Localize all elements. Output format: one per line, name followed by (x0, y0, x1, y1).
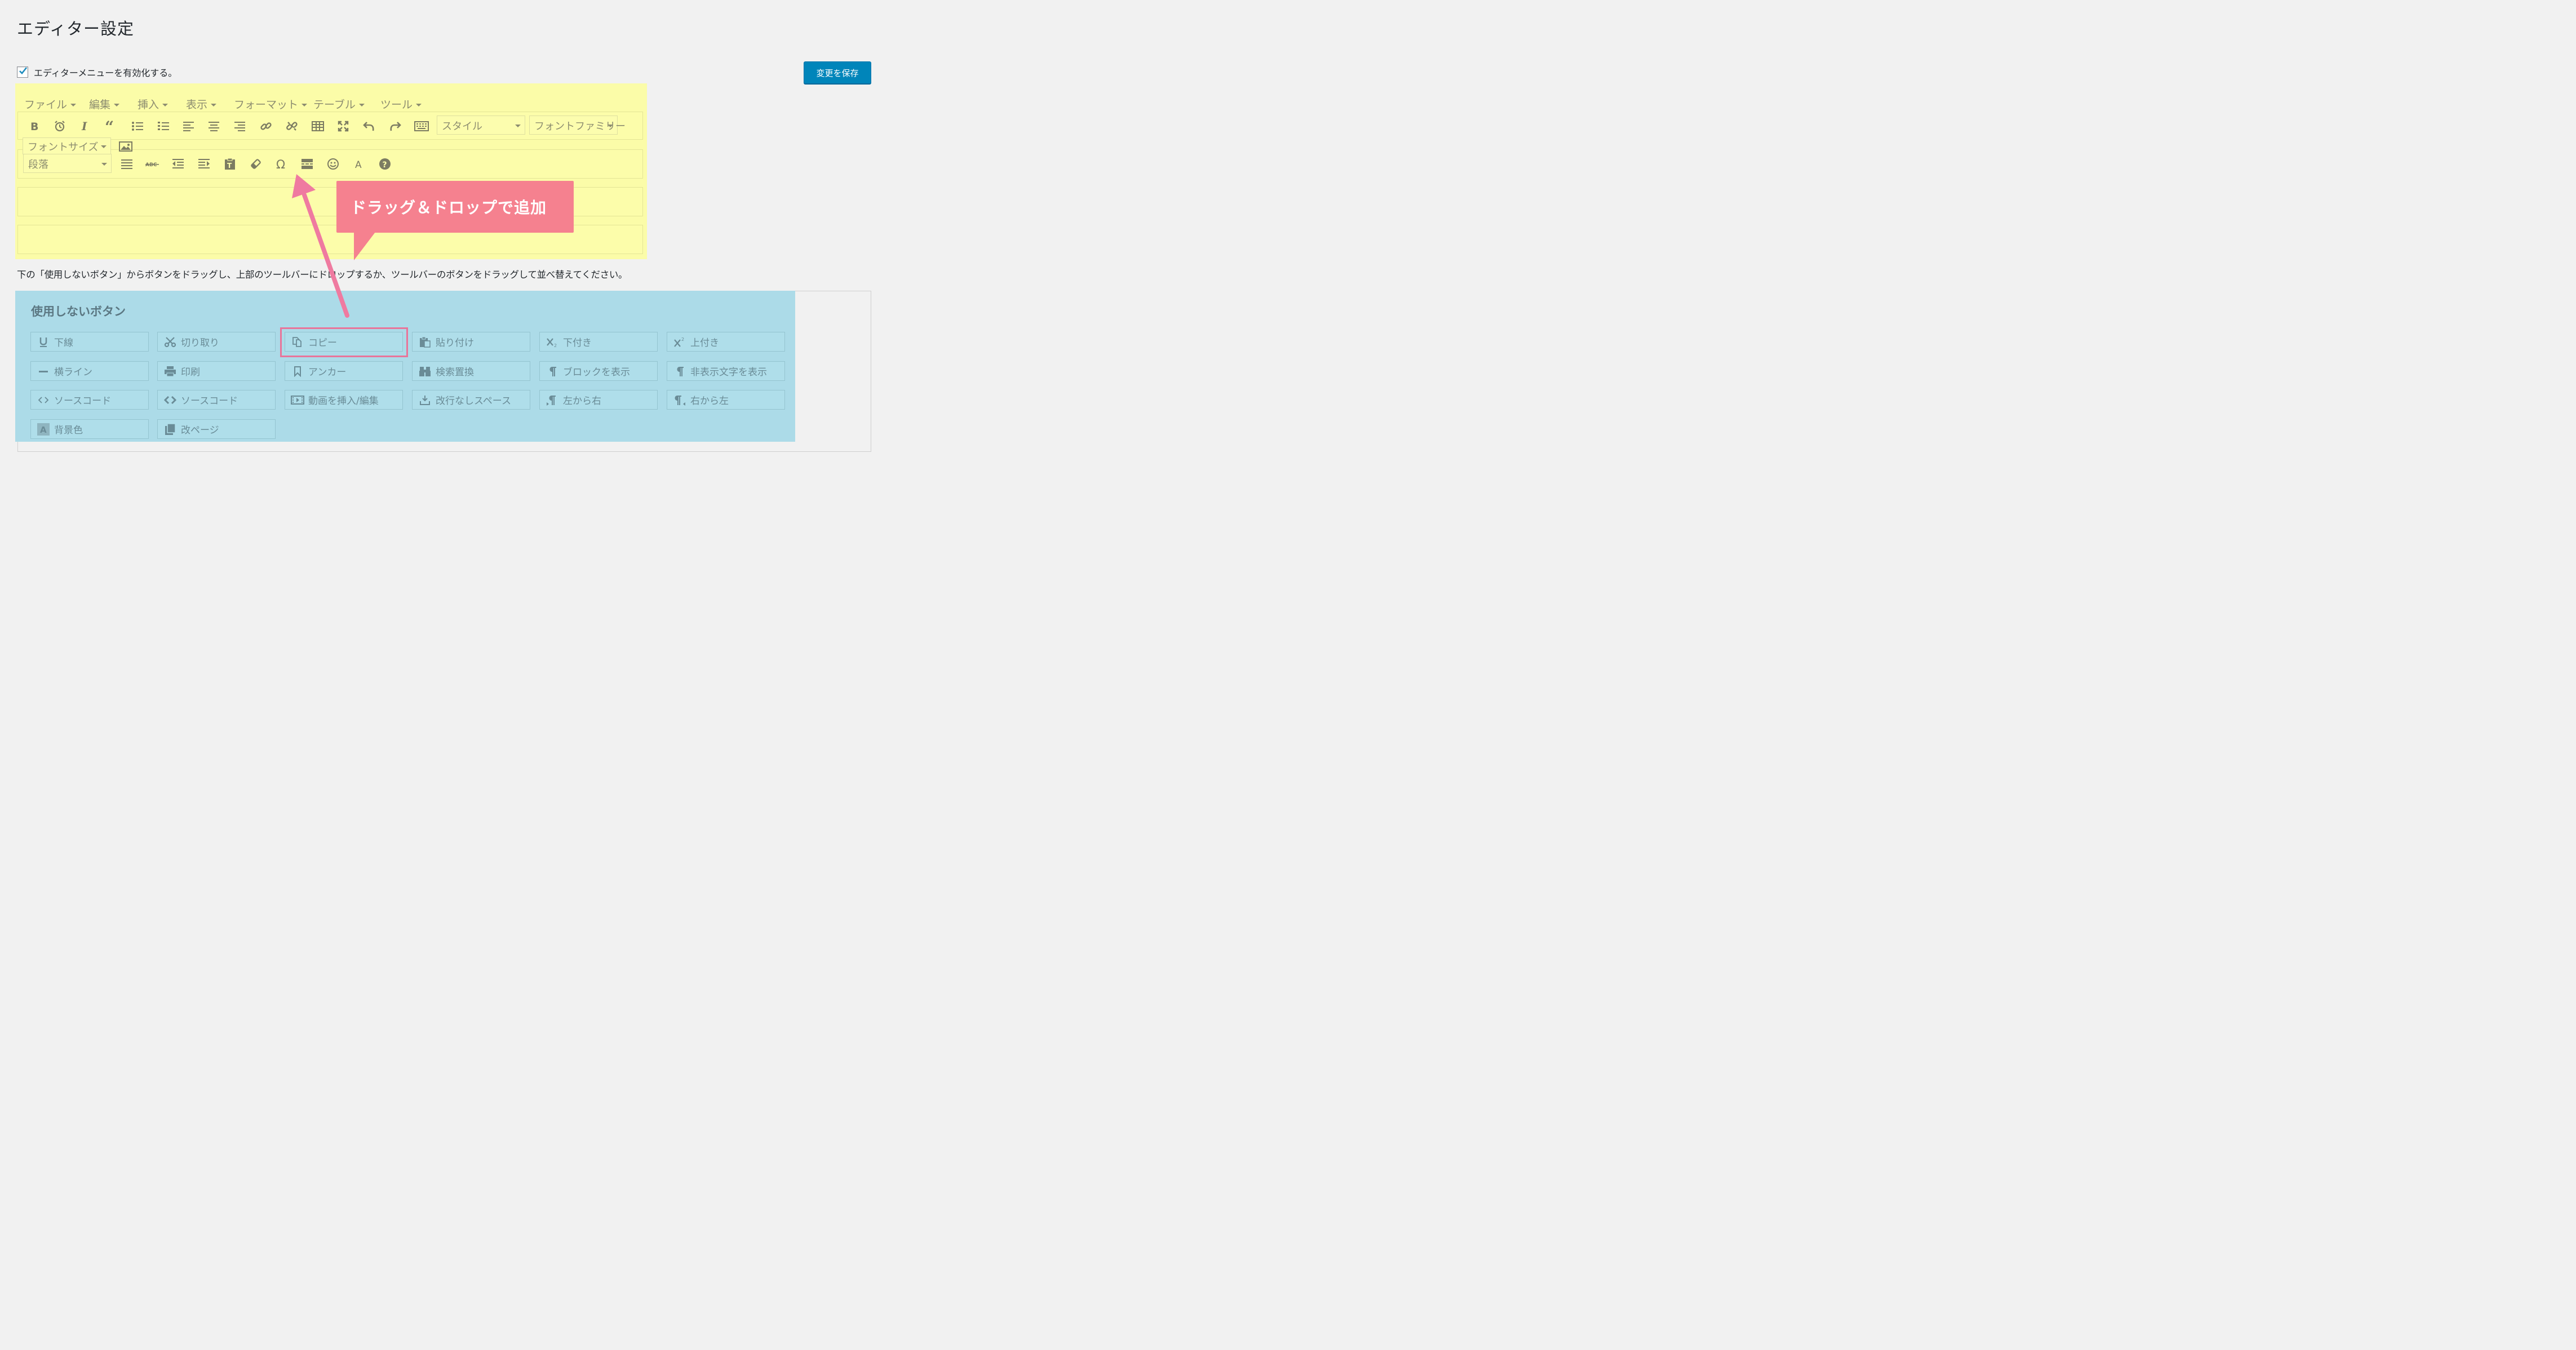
callout-pointer (354, 232, 375, 260)
callout-text: ドラッグ＆ドロップで追加 (351, 198, 547, 217)
font-size-select[interactable]: フォントサイズ (23, 137, 111, 154)
image-icon[interactable] (119, 141, 132, 152)
